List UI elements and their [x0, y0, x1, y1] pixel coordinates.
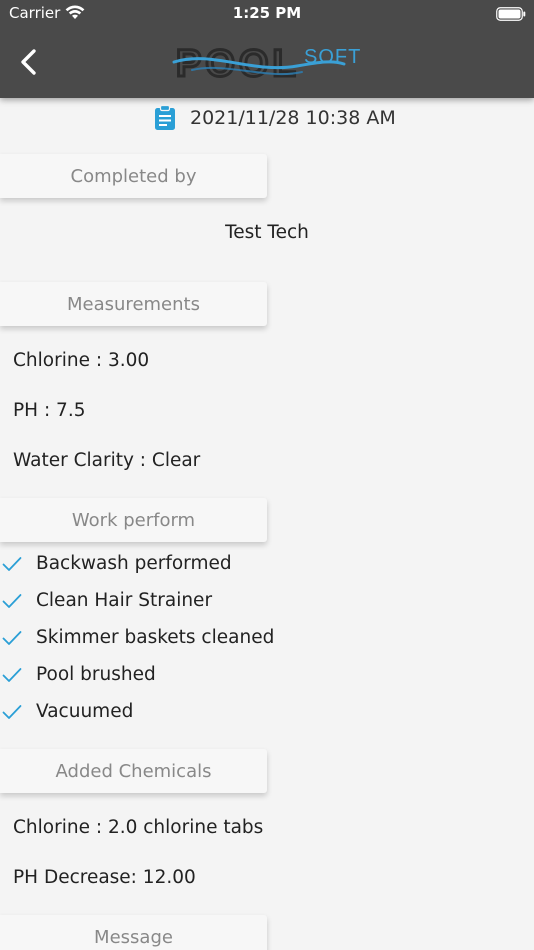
work-item: Skimmer baskets cleaned [0, 625, 534, 655]
navigation-header: Carrier 1:25 PM POOL SOFT [0, 0, 534, 98]
checkmark-icon [2, 704, 22, 724]
chemical-ph-decrease: PH Decrease: 12.00 [13, 867, 196, 888]
battery-icon [496, 6, 526, 25]
work-item-label: Skimmer baskets cleaned [36, 627, 275, 648]
poolsoft-logo: POOL SOFT [172, 40, 366, 87]
measurements-header: Measurements [0, 282, 267, 326]
checkmark-icon [2, 593, 22, 613]
work-item: Backwash performed [0, 551, 534, 581]
checkmark-icon [2, 556, 22, 576]
status-time: 1:25 PM [232, 4, 302, 22]
back-button[interactable] [14, 46, 46, 78]
technician-name: Test Tech [225, 222, 309, 243]
checkmark-icon [2, 667, 22, 687]
work-item-label: Backwash performed [36, 553, 232, 574]
work-perform-header: Work perform [0, 498, 267, 542]
report-datetime: 2021/11/28 10:38 AM [190, 107, 396, 129]
status-bar: Carrier 1:25 PM [0, 0, 534, 28]
clipboard-icon [154, 104, 176, 135]
completed-by-header: Completed by [0, 154, 267, 198]
chevron-left-icon [21, 49, 36, 75]
logo-soft-text: SOFT [304, 46, 361, 68]
work-item: Clean Hair Strainer [0, 588, 534, 618]
measurement-water-clarity: Water Clarity : Clear [13, 450, 201, 471]
chemical-chlorine: Chlorine : 2.0 chlorine tabs [13, 817, 264, 838]
checkmark-icon [2, 630, 22, 650]
work-item-label: Vacuumed [36, 701, 134, 722]
measurement-chlorine: Chlorine : 3.00 [13, 350, 150, 371]
work-item: Pool brushed [0, 662, 534, 692]
work-item-label: Pool brushed [36, 664, 156, 685]
measurement-ph: PH : 7.5 [13, 400, 86, 421]
added-chemicals-header: Added Chemicals [0, 749, 267, 793]
message-header: Message [0, 915, 267, 950]
service-report[interactable]: 2021/11/28 10:38 AM Completed by Test Te… [0, 98, 534, 950]
work-item-label: Clean Hair Strainer [36, 590, 213, 611]
work-item: Vacuumed [0, 699, 534, 729]
report-date-row: 2021/11/28 10:38 AM [0, 104, 534, 132]
